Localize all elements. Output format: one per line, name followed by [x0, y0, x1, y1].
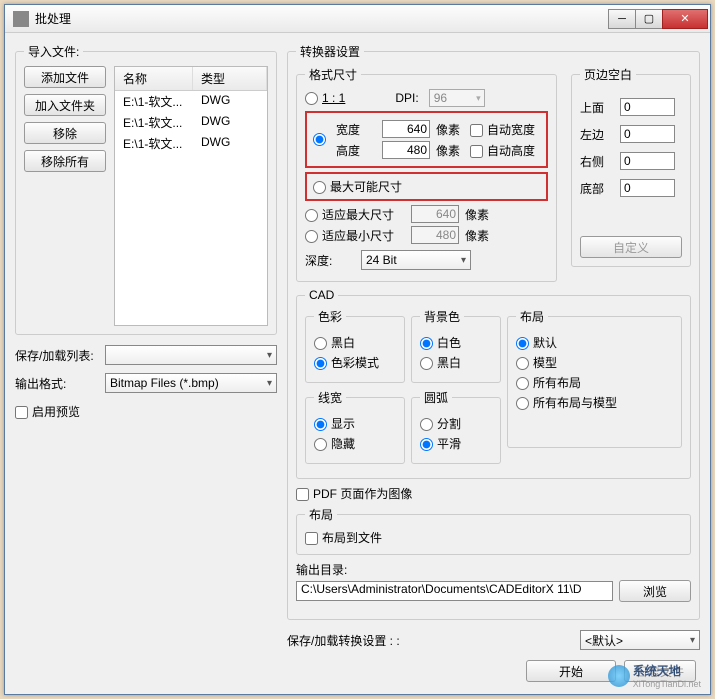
output-dir-label: 输出目录:: [296, 561, 691, 578]
bg-group: 背景色 白色 黑白: [411, 308, 501, 383]
window-title: 批处理: [35, 10, 609, 27]
radio-fit-max[interactable]: 适应最大尺寸: [305, 206, 405, 223]
layout-to-file-check[interactable]: 布局到文件: [305, 531, 382, 545]
minimize-button[interactable]: ─: [608, 9, 636, 29]
auto-height-check[interactable]: 自动高度: [470, 142, 535, 159]
converter-legend: 转换器设置: [296, 43, 364, 60]
cad-group: CAD 色彩 黑白 色彩模式 线宽: [296, 288, 691, 479]
start-button[interactable]: 开始: [526, 660, 616, 682]
margin-left-input[interactable]: [620, 125, 675, 143]
linewidth-group: 线宽 显示 隐藏: [305, 389, 405, 464]
radio-bg-black[interactable]: 黑白: [420, 354, 492, 371]
radio-lw-hide[interactable]: 隐藏: [314, 435, 396, 452]
col-type[interactable]: 类型: [193, 67, 267, 90]
radio-max-possible[interactable]: 最大可能尺寸: [313, 180, 402, 194]
color-group: 色彩 黑白 色彩模式: [305, 308, 405, 383]
list-item[interactable]: E:\1-软文... DWG: [115, 91, 267, 112]
remove-all-button[interactable]: 移除所有: [24, 150, 106, 172]
auto-width-check[interactable]: 自动宽度: [470, 121, 535, 138]
output-format-combo[interactable]: Bitmap Files (*.bmp): [105, 373, 277, 393]
radio-layout-default[interactable]: 默认: [516, 334, 673, 351]
maximize-button[interactable]: ▢: [635, 9, 663, 29]
watermark: 系统天地 XiTongTianDi.net: [608, 662, 701, 689]
layout-group: 布局 默认 模型 所有布局 所有布局与模型: [507, 308, 682, 448]
dpi-label: DPI:: [395, 91, 418, 105]
depth-label: 深度:: [305, 252, 355, 269]
pdf-as-image-check[interactable]: PDF 页面作为图像: [296, 485, 691, 502]
width-input[interactable]: [382, 120, 430, 138]
save-load-list-combo[interactable]: [105, 345, 277, 365]
radio-arc-smooth[interactable]: 平滑: [420, 435, 492, 452]
radio-bw[interactable]: 黑白: [314, 334, 396, 351]
radio-arc-split[interactable]: 分割: [420, 415, 492, 432]
fit-max-input[interactable]: [411, 205, 459, 223]
dpi-combo[interactable]: 96: [429, 89, 485, 107]
depth-combo[interactable]: 24 Bit: [361, 250, 471, 270]
batch-window: 批处理 ─ ▢ ✕ 导入文件: 添加文件 加入文件夹 移除 移除所有: [4, 4, 711, 695]
list-item[interactable]: E:\1-软文... DWG: [115, 112, 267, 133]
save-load-conv-label: 保存/加载转换设置 : :: [287, 632, 427, 649]
close-button[interactable]: ✕: [662, 9, 708, 29]
margin-right-input[interactable]: [620, 152, 675, 170]
add-file-button[interactable]: 添加文件: [24, 66, 106, 88]
titlebar: 批处理 ─ ▢ ✕: [5, 5, 710, 33]
enable-preview-check[interactable]: 启用预览: [15, 403, 277, 420]
converter-group: 转换器设置 格式尺寸 1 : 1 DPI: 96: [287, 43, 700, 620]
radio-layout-model[interactable]: 模型: [516, 354, 673, 371]
save-load-conv-combo[interactable]: <默认>: [580, 630, 700, 650]
radio-custom-size[interactable]: [313, 133, 326, 146]
col-name[interactable]: 名称: [115, 67, 193, 90]
save-load-list-label: 保存/加载列表:: [15, 347, 105, 364]
radio-fit-min[interactable]: 适应最小尺寸: [305, 227, 405, 244]
max-highlight: 最大可能尺寸: [305, 172, 548, 201]
custom-margin-button[interactable]: 自定义: [580, 236, 682, 258]
app-icon: [13, 11, 29, 27]
output-format-label: 输出格式:: [15, 375, 105, 392]
radio-bg-white[interactable]: 白色: [420, 334, 492, 351]
margin-top-input[interactable]: [620, 98, 675, 116]
margins-group: 页边空白 上面 左边 右侧 底部 自定义: [571, 66, 691, 267]
import-group: 导入文件: 添加文件 加入文件夹 移除 移除所有 名称 类型: [15, 43, 277, 335]
file-list[interactable]: 名称 类型 E:\1-软文... DWG E:\1-软文... DWG: [114, 66, 268, 326]
radio-layout-all-model[interactable]: 所有布局与模型: [516, 394, 673, 411]
browse-button[interactable]: 浏览: [619, 580, 691, 602]
watermark-icon: [608, 665, 630, 687]
fit-min-input[interactable]: [411, 226, 459, 244]
output-dir-input[interactable]: C:\Users\Administrator\Documents\CADEdit…: [296, 581, 613, 601]
layout-out-group: 布局 布局到文件: [296, 506, 691, 555]
radio-lw-show[interactable]: 显示: [314, 415, 396, 432]
size-group: 格式尺寸 1 : 1 DPI: 96 宽度: [296, 66, 557, 282]
add-folder-button[interactable]: 加入文件夹: [24, 94, 106, 116]
radio-1to1[interactable]: 1 : 1: [305, 91, 345, 105]
wh-highlight: 宽度 像素 自动宽度 高度 像素 自动高: [305, 111, 548, 168]
radio-layout-all[interactable]: 所有布局: [516, 374, 673, 391]
radio-color[interactable]: 色彩模式: [314, 354, 396, 371]
arc-group: 圆弧 分割 平滑: [411, 389, 501, 464]
list-item[interactable]: E:\1-软文... DWG: [115, 133, 267, 154]
remove-button[interactable]: 移除: [24, 122, 106, 144]
file-list-header: 名称 类型: [115, 67, 267, 91]
height-input[interactable]: [382, 141, 430, 159]
import-legend: 导入文件:: [24, 43, 83, 60]
margin-bottom-input[interactable]: [620, 179, 675, 197]
